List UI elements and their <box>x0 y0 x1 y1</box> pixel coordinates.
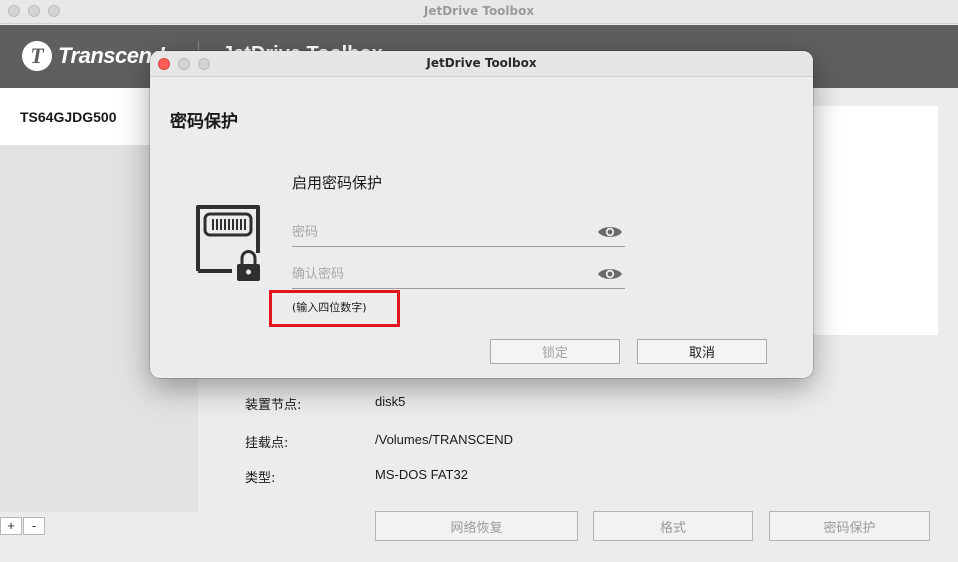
password-protect-button[interactable]: 密码保护 <box>769 511 930 541</box>
type-value: MS-DOS FAT32 <box>375 467 468 482</box>
confirm-password-field[interactable] <box>292 259 625 289</box>
sidebar-item-label: TS64GJDG500 <box>20 108 117 125</box>
network-restore-button[interactable]: 网络恢复 <box>375 511 578 541</box>
mount-point-value: /Volumes/TRANSCEND <box>375 432 513 447</box>
add-device-button[interactable]: + <box>0 517 22 535</box>
cancel-button[interactable]: 取消 <box>637 339 767 364</box>
type-label: 类型: <box>245 471 276 486</box>
transcend-logo-icon: T <box>22 41 52 71</box>
dialog-titlebar: JetDrive Toolbox <box>150 51 813 77</box>
device-node-value: disk5 <box>375 394 406 409</box>
dialog-heading: 密码保护 <box>170 112 238 132</box>
password-hint: (输入四位数字) <box>292 301 367 314</box>
remove-device-button[interactable]: - <box>23 517 45 535</box>
password-input[interactable] <box>292 221 582 243</box>
dialog-subheading: 启用密码保护 <box>292 174 383 192</box>
lock-button[interactable]: 锁定 <box>490 339 620 364</box>
transcend-logo: T Transcend <box>22 41 165 71</box>
memory-card-lock-icon <box>196 205 260 281</box>
brand-name: Transcend <box>58 43 165 68</box>
password-field[interactable] <box>292 217 625 247</box>
show-confirm-password-eye-icon[interactable] <box>597 266 623 282</box>
dialog-title: JetDrive Toolbox <box>426 56 537 70</box>
password-dialog: JetDrive Toolbox 密码保护 启用密码保护 (输入四位数字) 锁定… <box>150 51 813 378</box>
device-node-label: 装置节点: <box>245 398 302 413</box>
window-title: JetDrive Toolbox <box>423 4 535 18</box>
format-button[interactable]: 格式 <box>593 511 753 541</box>
main-titlebar: JetDrive Toolbox <box>0 0 958 24</box>
mount-point-label: 挂载点: <box>245 436 289 451</box>
show-password-eye-icon[interactable] <box>597 224 623 240</box>
confirm-password-input[interactable] <box>292 263 582 285</box>
